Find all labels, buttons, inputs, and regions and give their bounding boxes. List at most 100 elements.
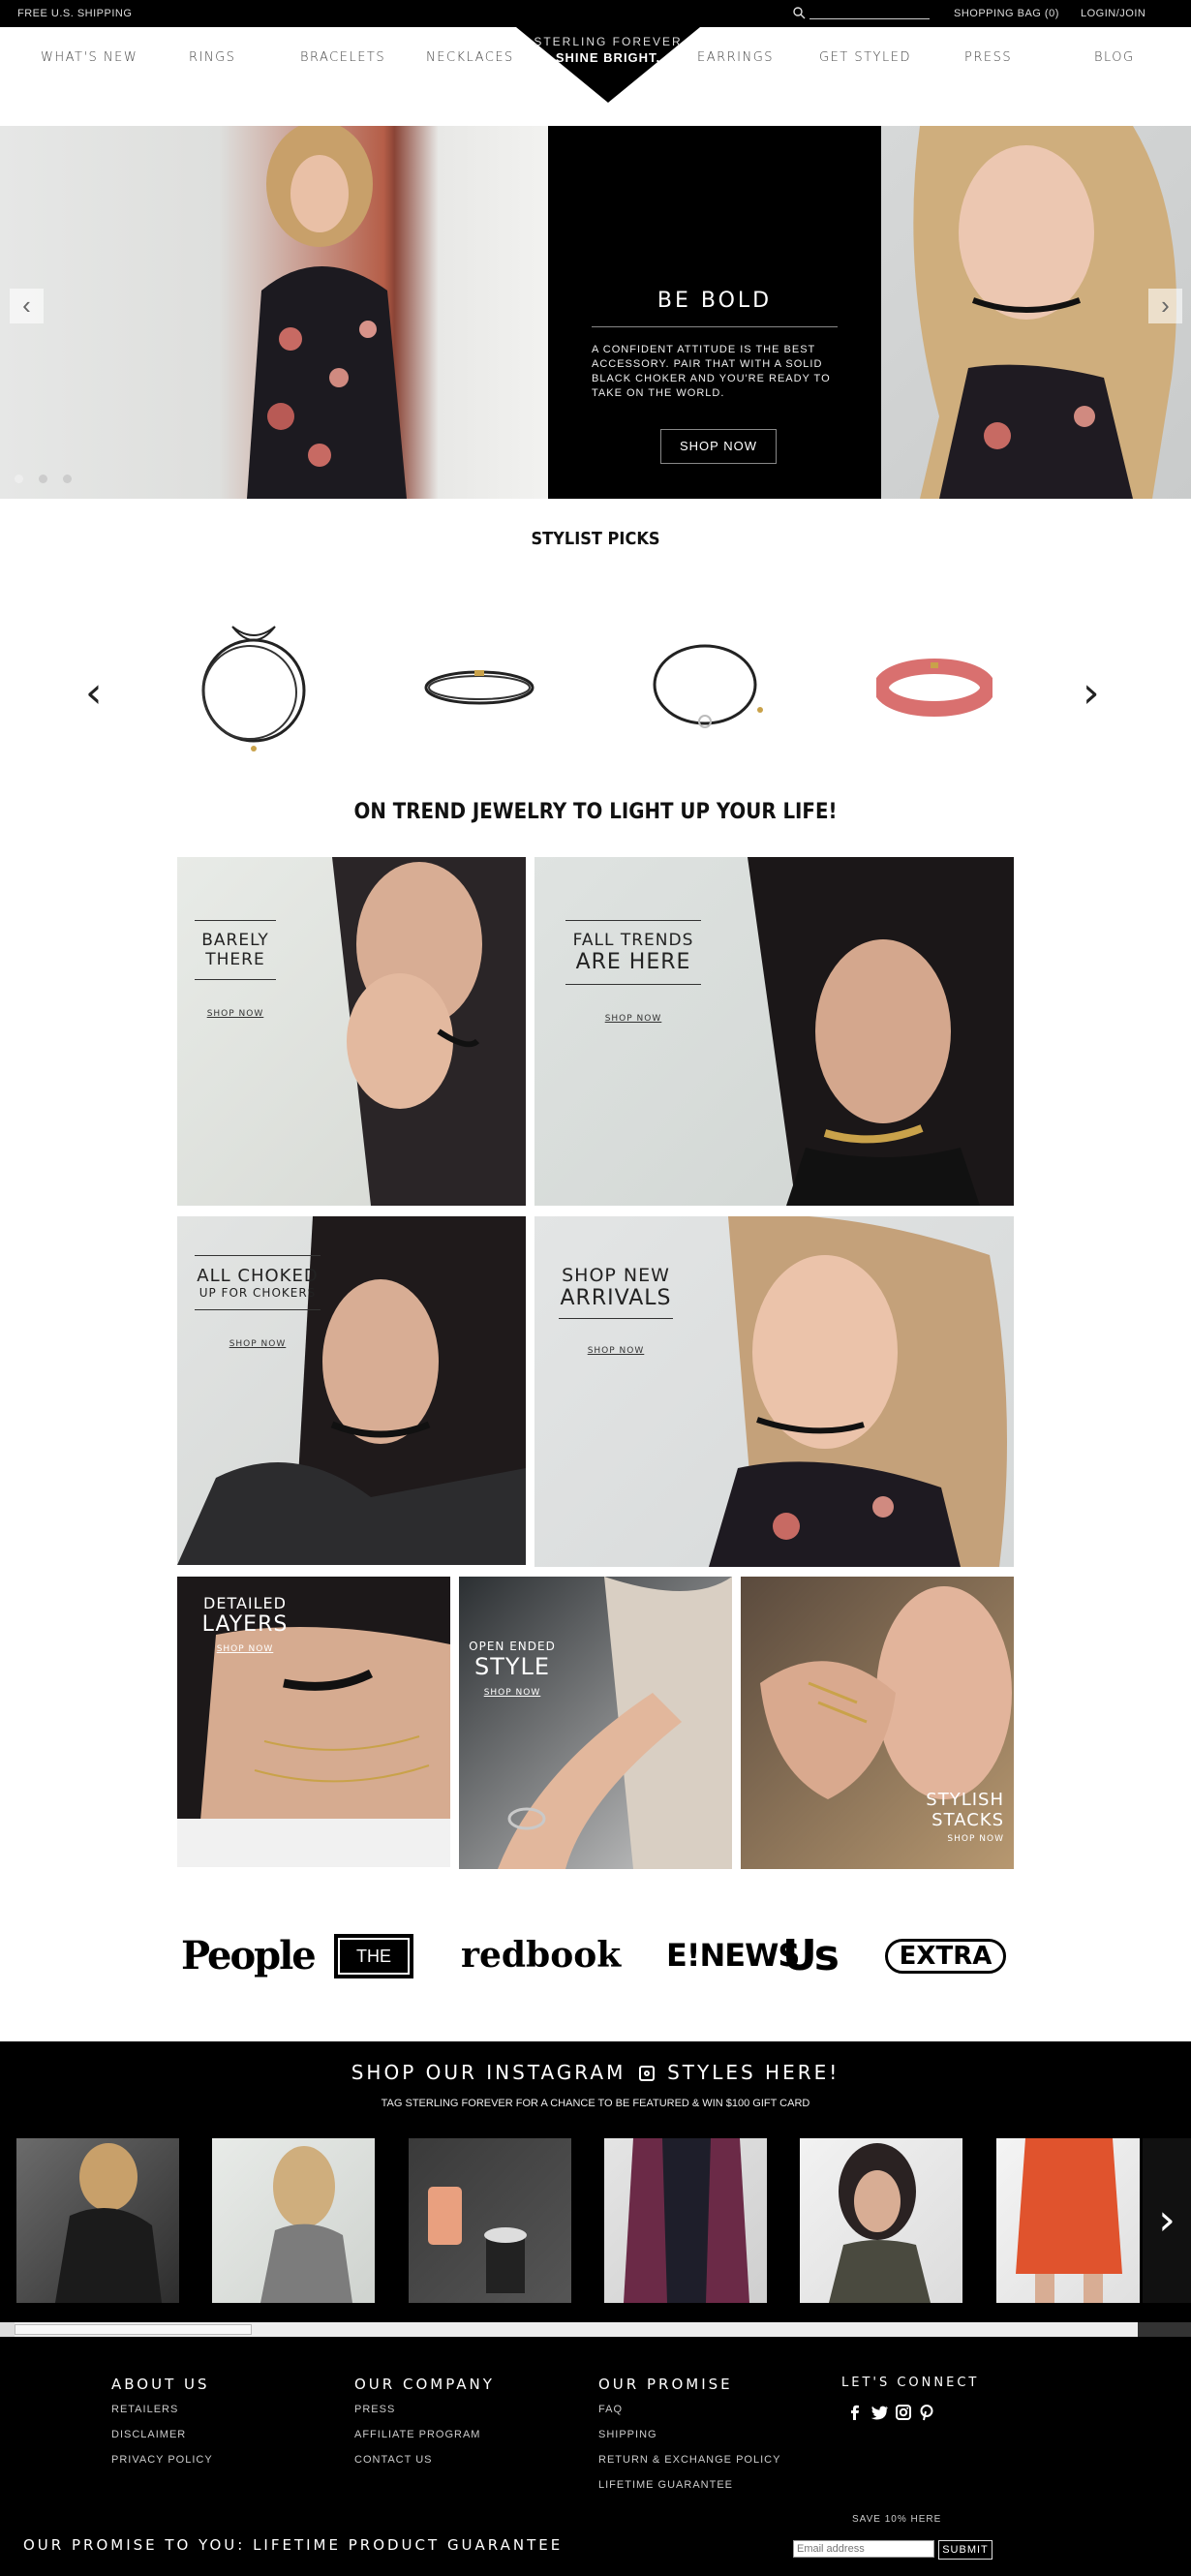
instagram-post-1[interactable] bbox=[16, 2138, 179, 2303]
footer-connect-title: LET'S CONNECT bbox=[841, 2376, 980, 2390]
product-choker-pink[interactable] bbox=[873, 659, 995, 721]
nav-whats-new[interactable]: WHAT'S NEW bbox=[41, 50, 137, 65]
tile-open-ended-style-line1: OPEN ENDED bbox=[469, 1640, 556, 1653]
tile-barely-there-rule-bottom bbox=[195, 979, 276, 980]
product-choker-bow[interactable] bbox=[194, 615, 310, 760]
hero-caption: BE BOLD A CONFIDENT ATTITUDE IS THE BEST… bbox=[592, 289, 838, 401]
search-icon[interactable] bbox=[792, 6, 806, 24]
footer-link-faq[interactable]: FAQ bbox=[598, 2404, 623, 2415]
nav-earrings[interactable]: EARRINGS bbox=[697, 50, 774, 65]
on-trend-title: ON TREND JEWELRY TO LIGHT UP YOUR LIFE! bbox=[353, 800, 838, 824]
instagram-post-3[interactable] bbox=[409, 2138, 571, 2303]
tile-fall-trends-shop-now[interactable]: SHOP NOW bbox=[565, 1014, 701, 1024]
stylist-next-button[interactable]: › bbox=[1083, 668, 1100, 718]
footer-about-title: ABOUT US bbox=[111, 2376, 210, 2393]
nav-press[interactable]: PRESS bbox=[964, 50, 1012, 65]
press-logo-extra: EXTRA bbox=[885, 1939, 1006, 1974]
tile-all-choked-shop-now[interactable]: SHOP NOW bbox=[195, 1339, 321, 1349]
product-choker-double[interactable] bbox=[421, 666, 537, 714]
logo-line1: STERLING FOREVER bbox=[534, 35, 683, 48]
tile-open-ended-style[interactable]: OPEN ENDED STYLE SHOP NOW bbox=[459, 1577, 732, 1869]
footer-link-returns[interactable]: RETURN & EXCHANGE POLICY bbox=[598, 2454, 780, 2466]
instagram-subtitle: TAG STERLING FOREVER FOR A CHANCE TO BE … bbox=[381, 2098, 810, 2109]
nav-bracelets[interactable]: BRACELETS bbox=[300, 50, 385, 65]
hero-dot-2[interactable] bbox=[39, 475, 47, 483]
tile-barely-there-shop-now[interactable]: SHOP NOW bbox=[195, 1009, 276, 1019]
tile-detailed-layers-line1: DETAILED bbox=[203, 1594, 287, 1612]
tile-barely-there-rule-top bbox=[195, 920, 276, 921]
tile-barely-there[interactable]: BARELY THERE SHOP NOW bbox=[177, 857, 526, 1206]
tile-stylish-stacks[interactable]: STYLISH STACKS SHOP NOW bbox=[741, 1577, 1014, 1869]
hero-next-button[interactable]: › bbox=[1148, 289, 1182, 323]
tile-fall-trends[interactable]: FALL TRENDS ARE HERE SHOP NOW bbox=[534, 857, 1014, 1206]
nav-blog[interactable]: BLOG bbox=[1094, 50, 1135, 65]
footer-link-retailers[interactable]: RETAILERS bbox=[111, 2404, 178, 2415]
footer-company-title: OUR COMPANY bbox=[354, 2376, 495, 2393]
tile-detailed-layers-line2: LAYERS bbox=[201, 1612, 289, 1637]
product-choker-ring[interactable] bbox=[649, 634, 770, 736]
nav-get-styled[interactable]: GET STYLED bbox=[819, 50, 911, 65]
footer-link-contact[interactable]: CONTACT US bbox=[354, 2454, 433, 2466]
hero-prev-button[interactable]: ‹ bbox=[10, 289, 44, 323]
tile-new-arrivals-shop-now[interactable]: SHOP NOW bbox=[559, 1346, 673, 1356]
instagram-title-b: STYLES HERE! bbox=[667, 2061, 840, 2084]
pinterest-icon[interactable] bbox=[920, 2405, 933, 2426]
tile-barely-there-line2: THERE bbox=[205, 950, 265, 969]
tile-all-choked-line2: UP FOR CHOKERS bbox=[198, 1286, 317, 1300]
tile-open-ended-style-shop-now[interactable]: SHOP NOW bbox=[469, 1688, 556, 1698]
tile-new-arrivals-rule bbox=[559, 1318, 673, 1319]
facebook-icon[interactable] bbox=[848, 2405, 862, 2425]
hero-shop-now-button[interactable]: SHOP NOW bbox=[660, 429, 777, 464]
tile-stylish-stacks-shop-now[interactable]: SHOP NOW bbox=[917, 1834, 1004, 1844]
instagram-post-2[interactable] bbox=[212, 2138, 375, 2303]
scroll-thumb[interactable] bbox=[15, 2324, 252, 2335]
tile-new-arrivals[interactable]: SHOP NEW ARRIVALS SHOP NOW bbox=[534, 1216, 1014, 1567]
tile-stylish-stacks-label: STYLISH STACKS SHOP NOW bbox=[917, 1790, 1004, 1844]
press-logo-us: Us bbox=[782, 1931, 840, 1980]
instagram-icon bbox=[638, 2066, 655, 2081]
tile-barely-there-line1: BARELY bbox=[201, 931, 269, 950]
tile-all-choked-label: ALL CHOKED UP FOR CHOKERS SHOP NOW bbox=[195, 1255, 321, 1349]
tile-fall-trends-line1: FALL TRENDS bbox=[572, 931, 694, 950]
tile-fall-trends-rule-bottom bbox=[565, 984, 701, 985]
tile-all-choked-line1: ALL CHOKED bbox=[197, 1266, 319, 1286]
scroll-right-area[interactable] bbox=[1138, 2322, 1191, 2337]
hero-dot-1[interactable] bbox=[15, 475, 23, 483]
tile-all-choked[interactable]: ALL CHOKED UP FOR CHOKERS SHOP NOW bbox=[177, 1216, 526, 1565]
press-logo-redbook: redbook bbox=[461, 1935, 622, 1976]
free-shipping-text: FREE U.S. SHIPPING bbox=[17, 8, 133, 19]
submit-button[interactable]: SUBMIT bbox=[938, 2540, 992, 2560]
login-link[interactable]: LOGIN/JOIN bbox=[1081, 8, 1145, 19]
scroll-left-arrow[interactable] bbox=[0, 2322, 15, 2337]
logo[interactable]: STERLING FOREVER SHINE BRIGHT. bbox=[516, 35, 700, 65]
footer-link-shipping[interactable]: SHIPPING bbox=[598, 2429, 657, 2440]
press-logo-people: People bbox=[181, 1933, 317, 1978]
tile-detailed-layers[interactable]: DETAILED LAYERS SHOP NOW bbox=[177, 1577, 450, 1867]
instagram-post-5[interactable] bbox=[800, 2138, 962, 2303]
footer-link-guarantee[interactable]: LIFETIME GUARANTEE bbox=[598, 2479, 733, 2491]
footer-guarantee: OUR PROMISE TO YOU: LIFETIME PRODUCT GUA… bbox=[23, 2536, 564, 2554]
hero-heading: BE BOLD bbox=[657, 289, 773, 313]
email-input[interactable] bbox=[793, 2540, 934, 2558]
hero-caption-panel: BE BOLD A CONFIDENT ATTITUDE IS THE BEST… bbox=[548, 126, 881, 499]
instagram-next-button[interactable]: › bbox=[1143, 2138, 1191, 2303]
tile-detailed-layers-shop-now[interactable]: SHOP NOW bbox=[201, 1644, 289, 1654]
tile-fall-trends-line2: ARE HERE bbox=[575, 950, 691, 974]
search-input[interactable] bbox=[809, 18, 930, 19]
stylist-prev-button[interactable]: ‹ bbox=[85, 668, 103, 718]
instagram-scrollbar[interactable] bbox=[0, 2322, 1191, 2337]
footer-link-affiliate[interactable]: AFFILIATE PROGRAM bbox=[354, 2429, 480, 2440]
shopping-bag-link[interactable]: SHOPPING BAG (0) bbox=[954, 8, 1059, 19]
nav-necklaces[interactable]: NECKLACES bbox=[426, 50, 514, 65]
footer-link-disclaimer[interactable]: DISCLAIMER bbox=[111, 2429, 186, 2440]
footer-link-privacy[interactable]: PRIVACY POLICY bbox=[111, 2454, 213, 2466]
instagram-footer-icon[interactable] bbox=[896, 2405, 911, 2425]
nav-rings[interactable]: RINGS bbox=[189, 50, 235, 65]
tile-new-arrivals-label: SHOP NEW ARRIVALS SHOP NOW bbox=[559, 1265, 673, 1356]
instagram-post-6[interactable] bbox=[996, 2138, 1140, 2303]
tile-detailed-layers-label: DETAILED LAYERS SHOP NOW bbox=[201, 1594, 289, 1654]
hero-dot-3[interactable] bbox=[63, 475, 72, 483]
instagram-post-4[interactable] bbox=[604, 2138, 767, 2303]
twitter-icon[interactable] bbox=[870, 2406, 888, 2425]
footer-link-press[interactable]: PRESS bbox=[354, 2404, 395, 2415]
